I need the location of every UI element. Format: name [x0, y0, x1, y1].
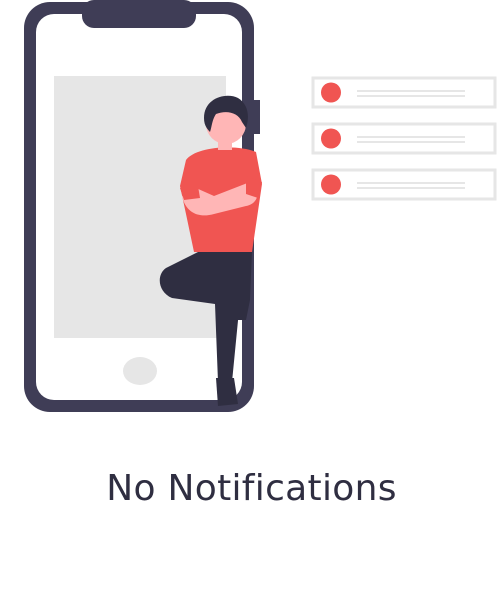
notification-dot-icon	[321, 174, 341, 195]
notification-dot-icon	[321, 128, 341, 149]
empty-state-title: No Notifications	[106, 468, 397, 509]
empty-notifications-illustration	[24, 0, 497, 412]
home-button-icon	[123, 357, 157, 385]
notification-card-3	[311, 168, 497, 201]
notification-dot-icon	[321, 82, 341, 103]
notification-card-1	[311, 76, 497, 109]
notification-card-2	[311, 122, 497, 155]
